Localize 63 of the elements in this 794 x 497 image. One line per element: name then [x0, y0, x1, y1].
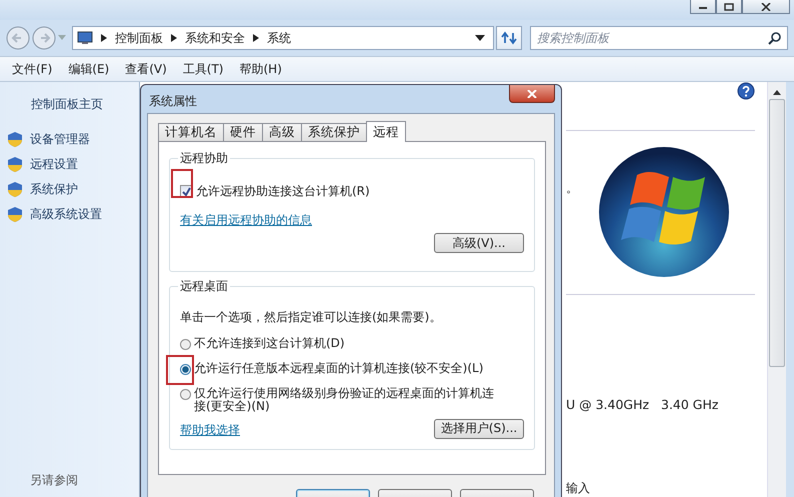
- menu-item[interactable]: 查看(V): [125, 60, 167, 78]
- maximize-button[interactable]: [716, 0, 742, 14]
- scrollbar-thumb[interactable]: [769, 99, 785, 367]
- breadcrumb[interactable]: 系统: [267, 30, 291, 46]
- processor-speed-text: U @ 3.40GHz 3.40 GHz: [566, 396, 720, 412]
- tab[interactable]: 硬件: [223, 123, 263, 141]
- sidebar-home-link[interactable]: 控制面板主页: [8, 96, 139, 113]
- see-also-heading: 另请参阅: [29, 472, 79, 489]
- radio-button[interactable]: [180, 388, 191, 400]
- search-icon: [768, 32, 781, 45]
- group-title: 远程桌面: [179, 278, 229, 295]
- radio-button[interactable]: [180, 364, 191, 375]
- shield-icon: [8, 132, 22, 147]
- sidebar-link[interactable]: 远程设置: [30, 156, 78, 173]
- group-title: 远程协助: [179, 150, 229, 167]
- help-link[interactable]: 帮助我选择: [180, 422, 240, 440]
- close-icon: [760, 2, 772, 10]
- breadcrumb[interactable]: 系统和安全: [185, 30, 245, 46]
- chevron-icon: [253, 34, 259, 42]
- minimize-button[interactable]: [690, 0, 716, 14]
- info-link[interactable]: 有关启用远程协助的信息: [180, 212, 524, 229]
- chevron-icon: [171, 34, 177, 42]
- sidebar-link[interactable]: 设备管理器: [30, 131, 90, 148]
- close-icon: [527, 90, 537, 98]
- tab[interactable]: 远程: [366, 121, 406, 142]
- address-bar[interactable]: 控制面板 系统和安全 系统: [72, 26, 494, 50]
- checkbox-label: 允许远程协助连接这台计算机(R): [196, 183, 370, 200]
- refresh-button[interactable]: [496, 26, 522, 50]
- highlight-box: [171, 169, 193, 198]
- partial-text: 。: [566, 180, 578, 198]
- tab[interactable]: 计算机名: [158, 123, 224, 141]
- highlight-box: [166, 355, 194, 385]
- chevron-icon: [101, 34, 107, 42]
- radio-label: 不允许连接到这台计算机(D): [194, 337, 346, 351]
- help-icon[interactable]: [737, 82, 755, 100]
- shield-icon: [8, 182, 22, 197]
- select-users-button[interactable]: 选择用户(S)...: [434, 418, 524, 439]
- breadcrumb[interactable]: 控制面板: [115, 30, 163, 46]
- sidebar-link[interactable]: 高级系统设置: [30, 206, 102, 223]
- advanced-button[interactable]: 高级(V)...: [434, 233, 524, 253]
- close-button[interactable]: [509, 85, 555, 103]
- dropdown-caret-icon[interactable]: [475, 35, 485, 41]
- scroll-up-icon[interactable]: [773, 90, 781, 95]
- shield-icon: [8, 207, 22, 222]
- monitor-icon: [77, 31, 93, 45]
- close-button[interactable]: [742, 0, 790, 14]
- tab[interactable]: 系统保护: [301, 123, 367, 141]
- dialog-title: 系统属性: [149, 93, 197, 110]
- sidebar-link[interactable]: 系统保护: [30, 181, 78, 198]
- instruction-text: 单击一个选项，然后指定谁可以连接(如果需要)。: [180, 309, 442, 326]
- search-field[interactable]: 搜索控制面板: [530, 26, 788, 50]
- tab[interactable]: 高级: [262, 123, 302, 141]
- menu-item[interactable]: 编辑(E): [68, 60, 110, 78]
- partial-text: 输入: [566, 480, 591, 497]
- radio-label: 仅允许运行使用网络级别身份验证的远程桌面的计算机连接(更安全)(N): [194, 386, 494, 414]
- refresh-icon: [501, 31, 517, 45]
- menu-item[interactable]: 帮助(H): [240, 60, 282, 78]
- menu-item[interactable]: 文件(F): [12, 60, 52, 78]
- maximize-icon: [724, 2, 734, 10]
- radio-button[interactable]: [180, 339, 191, 350]
- radio-label: 允许运行任意版本远程桌面的计算机连接(较不安全)(L): [194, 362, 484, 376]
- shield-icon: [8, 157, 22, 172]
- menu-item[interactable]: 工具(T): [182, 60, 224, 78]
